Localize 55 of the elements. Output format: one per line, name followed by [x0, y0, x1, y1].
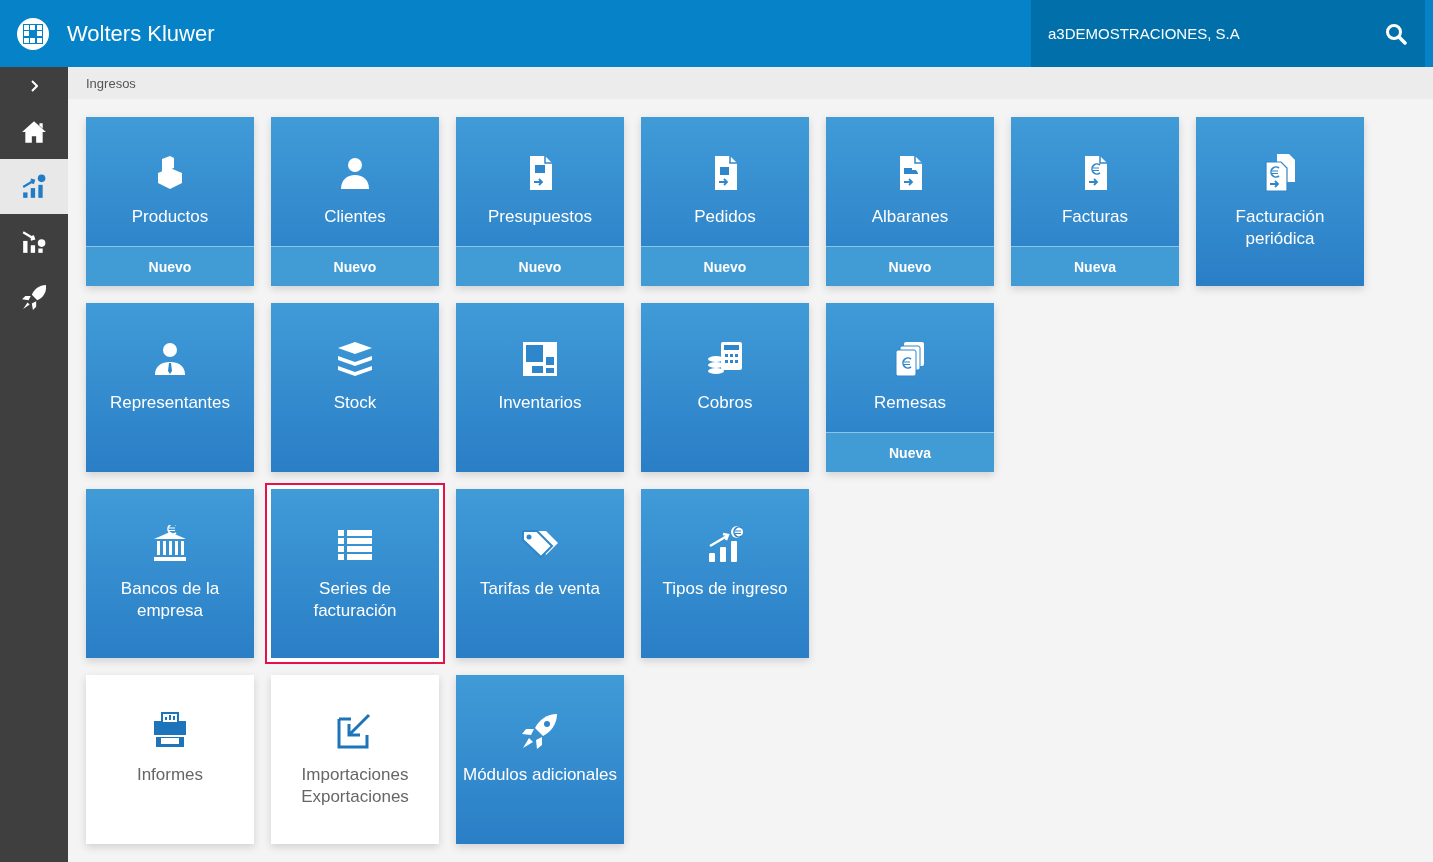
module-tile[interactable]: Albaranes Nuevo — [826, 117, 994, 286]
module-tile[interactable]: Informes — [86, 675, 254, 844]
tile-label: Importaciones Exportaciones — [300, 764, 410, 808]
module-tile[interactable]: Productos Nuevo — [86, 117, 254, 286]
company-name: a3DEMOSTRACIONES, S.A — [1048, 25, 1241, 42]
new-button[interactable]: Nuevo — [271, 246, 439, 286]
module-tile[interactable]: Representantes — [86, 303, 254, 472]
module-tile[interactable]: Tipos de ingreso — [641, 489, 809, 658]
module-tile[interactable]: Facturación periódica — [1196, 117, 1364, 286]
tile-label: Facturas — [1060, 206, 1130, 228]
tile-label: Stock — [332, 392, 378, 414]
module-tile[interactable]: Facturas Nueva — [1011, 117, 1179, 286]
tile-label: Bancos de la empresa — [119, 578, 221, 622]
tile-label: Presupuestos — [487, 206, 593, 228]
module-tile[interactable]: Inventarios — [456, 303, 624, 472]
growth-chart-icon — [21, 173, 47, 200]
tile-label: Productos — [130, 206, 210, 228]
tile-label: Pedidos — [693, 206, 757, 228]
module-tile[interactable]: Remesas Nueva — [826, 303, 994, 472]
module-tile[interactable]: Tarifas de venta — [456, 489, 624, 658]
new-button[interactable]: Nuevo — [641, 246, 809, 286]
layers-icon — [335, 339, 375, 379]
module-tile[interactable]: Módulos adicionales — [456, 675, 624, 844]
new-button[interactable]: Nueva — [1011, 246, 1179, 286]
module-tile[interactable]: Cobros — [641, 303, 809, 472]
new-button[interactable]: Nuevo — [826, 246, 994, 286]
tile-label: Tipos de ingreso — [661, 578, 789, 600]
module-tile[interactable]: Bancos de la empresa — [86, 489, 254, 658]
module-tile[interactable]: Pedidos Nuevo — [641, 117, 809, 286]
tile-label: Clientes — [323, 206, 387, 228]
module-tile[interactable]: Importaciones Exportaciones — [271, 675, 439, 844]
tile-label: Representantes — [109, 392, 231, 414]
logo-icon — [16, 16, 50, 51]
tile-label: Tarifas de venta — [479, 578, 601, 600]
tile-label: Facturación periódica — [1234, 206, 1326, 250]
rocket-icon — [21, 283, 47, 310]
rocket-icon — [520, 711, 560, 751]
tile-label: Remesas — [873, 392, 947, 414]
tile-label: Inventarios — [497, 392, 583, 414]
module-tile[interactable]: Clientes Nuevo — [271, 117, 439, 286]
chevron-right-icon[interactable] — [30, 79, 38, 92]
brand-name: Wolters Kluwer — [67, 20, 215, 47]
tile-label: Series de facturación — [312, 578, 398, 622]
layout-icon — [520, 339, 560, 379]
new-button[interactable]: Nuevo — [456, 246, 624, 286]
tile-label: Albaranes — [870, 206, 950, 228]
module-tile[interactable]: Presupuestos Nuevo — [456, 117, 624, 286]
search-icon[interactable] — [1385, 22, 1407, 45]
tile-label: Informes — [135, 764, 205, 786]
module-tile[interactable]: Stock — [271, 303, 439, 472]
tile-label: Módulos adicionales — [461, 764, 618, 786]
tile-label: Cobros — [696, 392, 754, 414]
new-button[interactable]: Nueva — [826, 432, 994, 472]
new-button[interactable]: Nuevo — [86, 246, 254, 286]
breadcrumb: Ingresos — [86, 75, 136, 91]
